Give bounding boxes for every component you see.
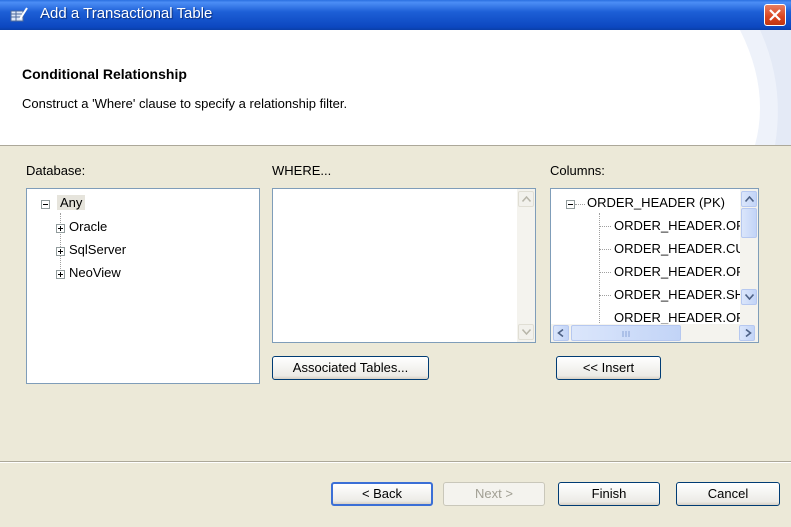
- database-tree[interactable]: Any Oracle SqlServer NeoView: [26, 188, 260, 384]
- cancel-button[interactable]: Cancel: [676, 482, 780, 506]
- scroll-up-button[interactable]: [741, 191, 757, 207]
- scroll-thumb[interactable]: [741, 208, 757, 238]
- column-item[interactable]: ORDER_HEADER.OR: [614, 218, 745, 233]
- scroll-thumb[interactable]: [571, 325, 681, 341]
- tree-item-sqlserver[interactable]: SqlServer: [69, 242, 126, 257]
- tree-line: [599, 249, 611, 250]
- where-scrollbar[interactable]: [517, 189, 535, 342]
- column-item[interactable]: ORDER_HEADER.OR: [614, 310, 745, 325]
- table-wizard-icon: [10, 7, 28, 22]
- columns-hscrollbar[interactable]: [551, 324, 758, 342]
- page-description: Construct a 'Where' clause to specify a …: [22, 96, 348, 111]
- scroll-right-button[interactable]: [739, 325, 755, 341]
- chevron-down-icon: [522, 329, 531, 335]
- collapse-icon[interactable]: [41, 200, 50, 209]
- scroll-up-button[interactable]: [518, 191, 534, 207]
- tree-line: [60, 213, 61, 273]
- chevron-up-icon: [745, 196, 754, 202]
- tree-item-neoview[interactable]: NeoView: [69, 265, 121, 280]
- associated-tables-button[interactable]: Associated Tables...: [272, 356, 429, 380]
- next-button[interactable]: Next >: [443, 482, 545, 506]
- tree-line: [599, 226, 611, 227]
- where-label: WHERE...: [272, 163, 332, 178]
- tree-line: [599, 272, 611, 273]
- column-item[interactable]: ORDER_HEADER.OR: [614, 264, 745, 279]
- column-item[interactable]: ORDER_HEADER.SH: [614, 287, 744, 302]
- chevron-down-icon: [745, 294, 754, 300]
- expand-icon[interactable]: [56, 247, 65, 256]
- tree-line: [575, 204, 585, 205]
- grip-icon: [622, 331, 630, 337]
- page-title: Conditional Relationship: [22, 66, 187, 82]
- columns-tree[interactable]: ORDER_HEADER (PK) ORDER_HEADER.OR ORDER_…: [550, 188, 759, 343]
- back-button[interactable]: < Back: [331, 482, 433, 506]
- banner-decoration: [740, 30, 791, 145]
- columns-label: Columns:: [550, 163, 605, 178]
- footer-separator: [0, 461, 791, 463]
- title-bar[interactable]: Add a Transactional Table: [0, 0, 791, 30]
- expand-icon[interactable]: [56, 270, 65, 279]
- tree-item-any[interactable]: Any: [57, 195, 86, 210]
- header-banner: Conditional Relationship Construct a 'Wh…: [0, 30, 791, 146]
- tree-item-order-header[interactable]: ORDER_HEADER (PK): [587, 195, 725, 210]
- close-button[interactable]: [764, 4, 786, 26]
- scroll-down-button[interactable]: [518, 324, 534, 340]
- finish-button[interactable]: Finish: [558, 482, 660, 506]
- tree-item-oracle[interactable]: Oracle: [69, 219, 107, 234]
- tree-line: [599, 295, 611, 296]
- chevron-left-icon: [557, 329, 564, 337]
- window-title: Add a Transactional Table: [40, 5, 213, 22]
- scroll-down-button[interactable]: [741, 289, 757, 305]
- close-icon: [769, 9, 781, 21]
- columns-vscrollbar[interactable]: [740, 189, 758, 324]
- where-textarea[interactable]: [272, 188, 536, 343]
- expand-icon[interactable]: [56, 224, 65, 233]
- tree-line: [599, 213, 600, 323]
- chevron-right-icon: [745, 329, 752, 337]
- dialog-window: Add a Transactional Table Conditional Re…: [0, 0, 791, 527]
- insert-button[interactable]: << Insert: [556, 356, 661, 380]
- column-item[interactable]: ORDER_HEADER.CU: [614, 241, 745, 256]
- collapse-icon[interactable]: [566, 200, 575, 209]
- database-label: Database:: [26, 163, 86, 178]
- scroll-left-button[interactable]: [553, 325, 569, 341]
- chevron-up-icon: [522, 196, 531, 202]
